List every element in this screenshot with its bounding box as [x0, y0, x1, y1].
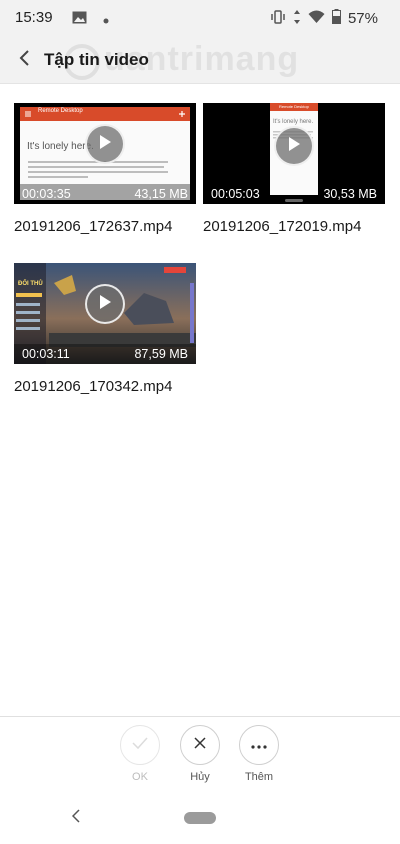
video-thumbnail: Remote Desktop It's lonely here. 00:05:0… [203, 103, 385, 204]
thumb-app-header: Remote Desktop [279, 104, 309, 109]
ok-button[interactable]: OK [110, 725, 170, 783]
video-item[interactable]: Remote Desktop It's lonely here. 00:05:0… [203, 103, 385, 235]
video-size: 87,59 MB [134, 347, 188, 361]
close-icon [193, 736, 207, 755]
cancel-label: Hủy [190, 771, 210, 783]
play-icon [287, 136, 301, 157]
status-time: 15:39 [15, 9, 53, 26]
video-item[interactable]: Remote Desktop It's lonely here. 00:03:3… [14, 103, 196, 235]
notification-dot-icon [103, 11, 109, 29]
system-back-button[interactable] [64, 806, 88, 830]
thumb-heading: It's lonely here. [273, 119, 314, 125]
play-icon [98, 134, 112, 155]
more-label: Thêm [244, 771, 274, 783]
thumb-app-header: Remote Desktop [38, 108, 83, 114]
back-button[interactable] [9, 45, 39, 75]
vibrate-icon [270, 9, 286, 28]
system-home-button[interactable] [184, 812, 216, 824]
page-title: Tập tin video [44, 50, 149, 69]
cancel-button[interactable]: Hủy [170, 725, 230, 783]
data-arrows-icon [293, 9, 301, 28]
play-button[interactable] [85, 284, 125, 324]
chevron-left-icon [18, 49, 30, 72]
battery-icon [331, 9, 341, 28]
more-button[interactable]: Thêm [229, 725, 289, 783]
play-icon [98, 294, 112, 315]
thumb-heading: It's lonely here. [27, 141, 94, 152]
app-bar: uantrimang Tập tin video [0, 36, 400, 84]
video-thumbnail: ĐỐI THỦ 00:03:11 87,59 MB [14, 263, 196, 364]
check-icon [131, 736, 149, 755]
file-name: 20191206_170342.mp4 [14, 378, 173, 395]
status-bar: 15:39 57% [0, 0, 400, 36]
video-duration: 00:05:03 [211, 187, 260, 201]
play-button[interactable] [274, 126, 314, 166]
video-duration: 00:03:35 [22, 187, 71, 201]
play-button[interactable] [85, 124, 125, 164]
video-size: 30,53 MB [323, 187, 377, 201]
video-item[interactable]: ĐỐI THỦ 00:03:11 87,59 MB 20191206_17034… [14, 263, 196, 395]
video-thumbnail: Remote Desktop It's lonely here. 00:03:3… [14, 103, 196, 204]
file-name: 20191206_172019.mp4 [203, 218, 362, 235]
chevron-left-icon [71, 808, 80, 828]
gallery-notification-icon [72, 11, 87, 29]
video-duration: 00:03:11 [22, 347, 70, 361]
video-size: 43,15 MB [134, 187, 188, 201]
bottom-divider [0, 716, 400, 717]
thumb-caption: ĐỐI THỦ [18, 281, 43, 287]
battery-percent: 57% [347, 10, 378, 27]
ok-label: OK [132, 771, 148, 783]
wifi-icon [308, 10, 325, 27]
more-icon [251, 736, 267, 754]
file-name: 20191206_172637.mp4 [14, 218, 173, 235]
